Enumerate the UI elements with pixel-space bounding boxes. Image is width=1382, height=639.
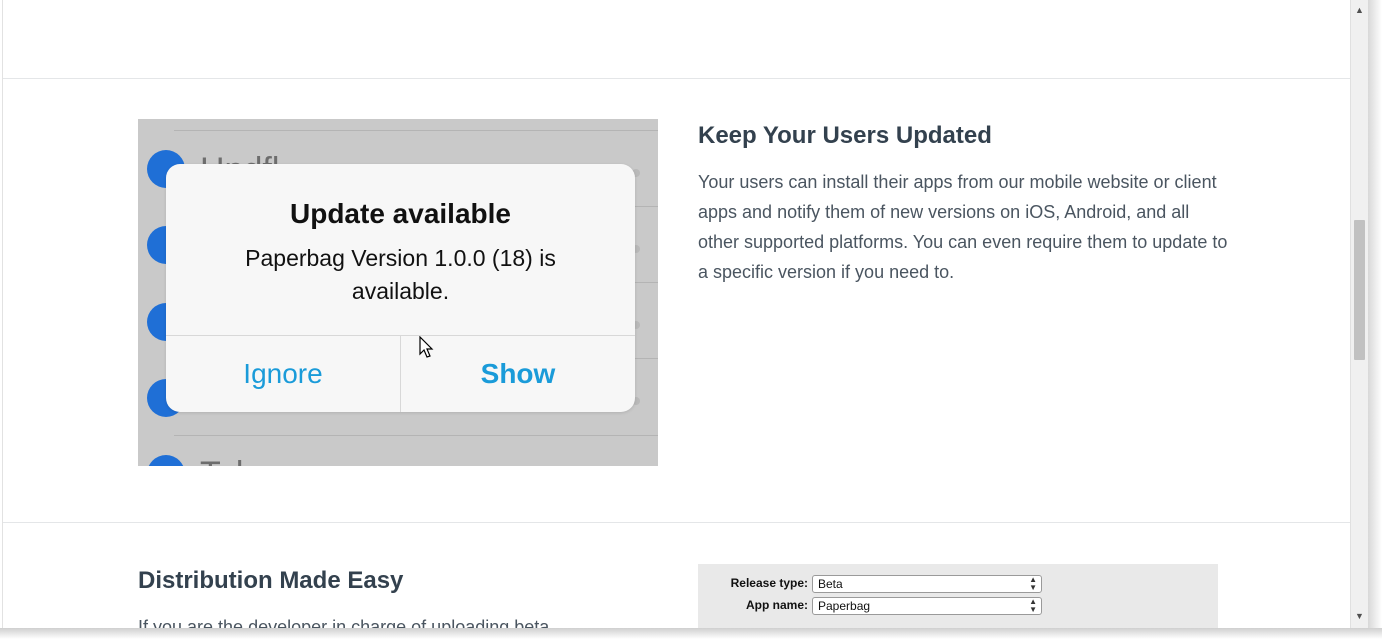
mouse-pointer-icon <box>419 336 434 358</box>
browser-viewport: Hndfl Tab Update available Paperbag Vers… <box>0 0 1382 639</box>
list-separator <box>174 435 658 436</box>
app-name-select: Paperbag ▲ ▼ <box>812 597 1042 615</box>
triangle-up-icon[interactable]: ▲ <box>1351 2 1368 18</box>
upload-form-screenshot: Release type: Beta ▲ ▼ App name: Paperbag… <box>698 564 1218 628</box>
update-alert-dialog: Update available Paperbag Version 1.0.0 … <box>166 164 635 412</box>
app-name-value: Paperbag <box>818 599 871 613</box>
alert-title: Update available <box>290 198 511 229</box>
release-type-select: Beta ▲ ▼ <box>812 575 1042 593</box>
release-type-label: Release type: <box>730 576 808 590</box>
section-body-distribution: If you are the developer in charge of up… <box>138 617 550 628</box>
triangle-down-icon[interactable]: ▼ <box>1351 608 1368 624</box>
section-heading-distribution: Distribution Made Easy <box>138 567 404 594</box>
release-type-value: Beta <box>818 577 843 591</box>
show-button[interactable]: Show <box>401 336 635 412</box>
list-item-ghost-text: Tab <box>200 455 255 466</box>
alert-message: Paperbag Version 1.0.0 (18) is available… <box>245 245 556 304</box>
section-body-updates: Your users can install their apps from o… <box>698 172 1228 282</box>
page-content: Hndfl Tab Update available Paperbag Vers… <box>2 0 1350 628</box>
avatar <box>147 455 185 466</box>
select-arrows-icon: ▲ ▼ <box>1029 597 1037 614</box>
section-divider <box>3 522 1350 523</box>
section-heading-updates: Keep Your Users Updated <box>698 122 992 149</box>
form-row-release-type: Release type: Beta ▲ ▼ <box>698 575 1218 593</box>
window-shadow <box>0 628 1382 639</box>
section-divider <box>3 78 1350 79</box>
ignore-button[interactable]: Ignore <box>166 336 400 412</box>
app-name-label: App name: <box>745 598 808 612</box>
update-alert-screenshot: Hndfl Tab Update available Paperbag Vers… <box>138 119 658 466</box>
window-shadow <box>1368 0 1382 639</box>
list-separator <box>174 130 658 131</box>
form-row-app-name: App name: Paperbag ▲ ▼ <box>698 597 1218 615</box>
scrollbar-thumb[interactable] <box>1354 220 1365 360</box>
select-arrows-icon: ▲ ▼ <box>1029 575 1037 592</box>
vertical-scrollbar[interactable]: ▲ ▼ <box>1350 0 1368 628</box>
